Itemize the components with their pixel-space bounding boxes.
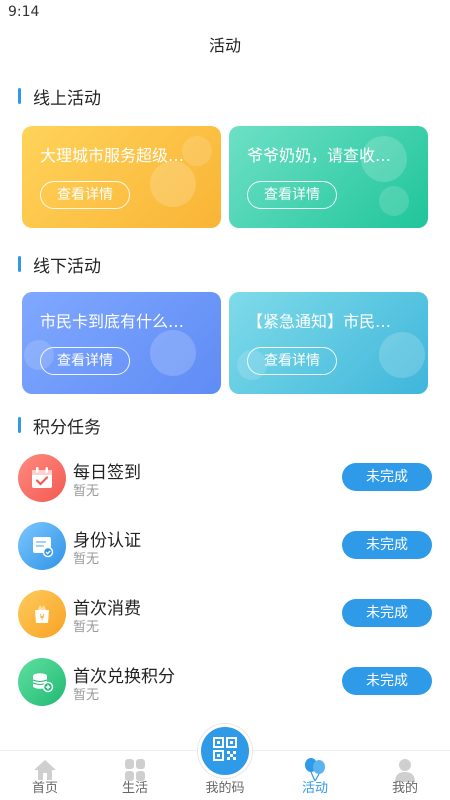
tab-home[interactable]: 首页 [0,751,90,800]
task-item-first-purchase: ¥ 首次消费 暂无 未完成 [18,590,432,638]
section-online-activities: 线上活动 [18,84,101,109]
task-progress: 暂无 [73,688,100,703]
activity-card[interactable]: 市民卡到底有什么… 查看详情 [22,292,221,394]
activity-card[interactable]: 爷爷奶奶，请查收… 查看详情 [229,126,428,228]
decor-circle [379,186,409,216]
qr-code-button[interactable] [198,724,252,778]
page-header: 活动 [0,30,450,62]
view-details-button[interactable]: 查看详情 [40,347,130,375]
task-progress: 暂无 [73,620,100,635]
task-status-button[interactable]: 未完成 [342,463,432,491]
tab-me[interactable]: 我的 [360,751,450,800]
task-item-identity-verification: 身份认证 暂无 未完成 [18,522,432,570]
decor-circle [379,332,425,378]
section-points-tasks: 积分任务 [18,413,101,438]
view-details-button[interactable]: 查看详情 [247,347,337,375]
task-progress: 暂无 [73,552,100,567]
decor-circle [150,161,196,207]
coins-icon [18,658,66,706]
activity-card-title: 大理城市服务超级… [40,146,185,165]
task-item-daily-checkin: 每日签到 暂无 未完成 [18,454,432,502]
page-title: 活动 [208,36,241,55]
task-item-first-points-redemption: 首次兑换积分 暂无 未完成 [18,658,432,706]
status-bar: 9:14 [0,0,450,24]
task-status-button[interactable]: 未完成 [342,599,432,627]
decor-circle [150,330,196,376]
view-details-button[interactable]: 查看详情 [247,181,337,209]
qr-code-icon [212,736,238,766]
section-marker [18,256,21,272]
activity-card[interactable]: 【紧急通知】市民… 查看详情 [229,292,428,394]
tab-label: 我的 [391,781,418,796]
tab-label: 生活 [121,781,148,796]
section-title: 线下活动 [33,256,101,277]
view-details-button[interactable]: 查看详情 [40,181,130,209]
activity-card[interactable]: 大理城市服务超级… 查看详情 [22,126,221,228]
tab-label: 首页 [31,781,58,796]
section-marker [18,417,21,433]
tab-life[interactable]: 生活 [90,751,180,800]
task-status-button[interactable]: 未完成 [342,667,432,695]
task-progress: 暂无 [73,484,100,499]
id-card-icon [18,522,66,570]
yuan-bag-icon: ¥ [18,590,66,638]
section-offline-activities: 线下活动 [18,252,101,277]
section-marker [18,88,21,104]
tab-activities[interactable]: 活动 [270,751,360,800]
section-title: 积分任务 [33,417,101,438]
task-status-button[interactable]: 未完成 [342,531,432,559]
activity-card-title: 【紧急通知】市民… [247,312,392,331]
tab-label: 我的码 [205,781,245,796]
status-time: 9:14 [8,4,40,20]
tab-label: 活动 [301,781,328,796]
svg-text:¥: ¥ [39,613,44,622]
activity-card-title: 市民卡到底有什么… [40,312,185,331]
calendar-check-icon [18,454,66,502]
section-title: 线上活动 [33,88,101,109]
activity-card-title: 爷爷奶奶，请查收… [247,146,392,165]
